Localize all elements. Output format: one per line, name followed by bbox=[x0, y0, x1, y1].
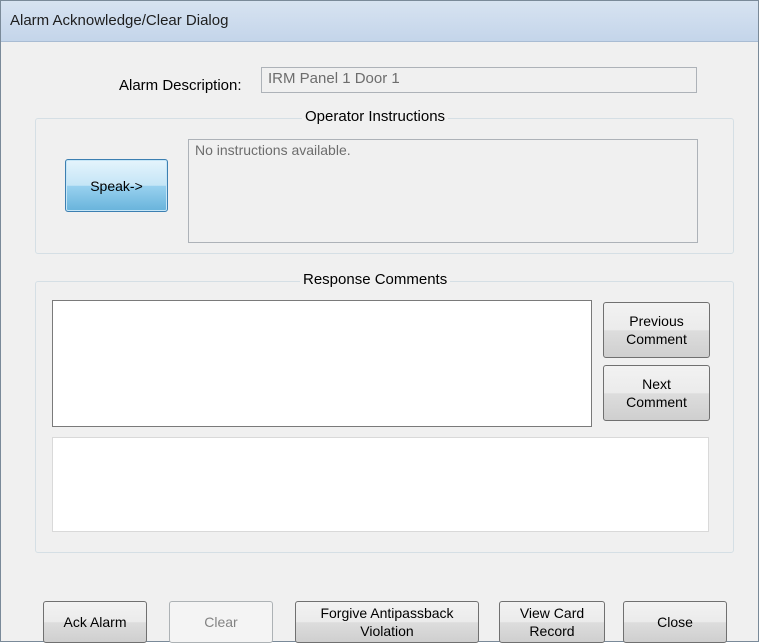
window-title: Alarm Acknowledge/Clear Dialog bbox=[10, 12, 229, 29]
alarm-description-label: Alarm Description: bbox=[119, 77, 242, 94]
alarm-dialog-window: Alarm Acknowledge/Clear Dialog Alarm Des… bbox=[0, 0, 759, 643]
forgive-antipassback-button[interactable]: Forgive Antipassback Violation bbox=[295, 601, 479, 643]
next-comment-button[interactable]: Next Comment bbox=[603, 365, 710, 421]
alarm-description-field[interactable]: IRM Panel 1 Door 1 bbox=[261, 67, 697, 93]
speak-button[interactable]: Speak-> bbox=[65, 159, 168, 212]
comment-list[interactable] bbox=[52, 300, 592, 427]
previous-comment-button[interactable]: Previous Comment bbox=[603, 302, 710, 358]
clear-button[interactable]: Clear bbox=[169, 601, 273, 643]
operator-instructions-text[interactable]: No instructions available. bbox=[188, 139, 698, 243]
close-button[interactable]: Close bbox=[623, 601, 727, 643]
operator-instructions-title: Operator Instructions bbox=[302, 108, 449, 125]
response-comments-title: Response Comments bbox=[300, 271, 451, 288]
view-card-record-button[interactable]: View Card Record bbox=[499, 601, 605, 643]
ack-alarm-button[interactable]: Ack Alarm bbox=[43, 601, 147, 643]
title-bar[interactable]: Alarm Acknowledge/Clear Dialog bbox=[1, 1, 758, 42]
comment-input[interactable] bbox=[52, 437, 709, 532]
